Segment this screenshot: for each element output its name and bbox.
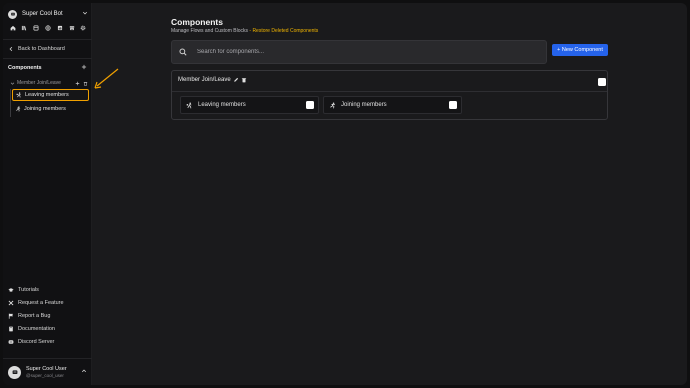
chevron-down-icon — [82, 10, 88, 18]
settings-icon[interactable] — [80, 25, 87, 32]
sidebar-link-label: Request a Feature — [18, 300, 64, 306]
component-card-label: Leaving members — [198, 102, 246, 108]
search-bar[interactable] — [171, 40, 547, 64]
component-card-leaving-members[interactable]: Leaving members — [180, 96, 319, 114]
sidebar-item-label: Leaving members — [25, 92, 69, 98]
page-subtitle: Manage Flows and Custom Blocks - Restore… — [171, 28, 318, 34]
component-card-label: Joining members — [341, 102, 387, 108]
new-component-button[interactable]: + New Component — [552, 44, 608, 56]
group-header: Member Join/Leave — [178, 77, 247, 83]
sidebar-divider — [3, 39, 92, 40]
person-walking-icon — [186, 101, 192, 108]
chevron-left-icon — [9, 46, 13, 52]
chevron-down-icon — [10, 82, 15, 85]
sidebar: Super Cool Bot Back to Dashboard Compone… — [3, 3, 119, 385]
person-running-icon — [16, 106, 21, 112]
bot-switcher[interactable]: Super Cool Bot — [8, 8, 88, 20]
sidebar-link-label: Report a Bug — [18, 313, 51, 319]
discord-icon — [8, 340, 14, 344]
trash-icon[interactable] — [241, 77, 247, 83]
pencil-icon[interactable] — [233, 77, 239, 83]
group-divider — [172, 91, 607, 92]
graduation-cap-icon — [8, 288, 14, 292]
sidebar-divider — [3, 58, 92, 59]
group-label: Member Join/Leave — [17, 80, 61, 86]
globe-icon[interactable] — [44, 25, 51, 32]
search-icon — [179, 48, 187, 56]
bot-avatar — [8, 9, 17, 19]
book-icon — [9, 326, 13, 332]
sidebar-item-label: Joining members — [24, 106, 66, 112]
page-title: Components — [171, 17, 223, 27]
component-card-joining-members[interactable]: Joining members — [323, 96, 462, 114]
group-select-checkbox[interactable] — [598, 78, 606, 86]
component-group-card: Member Join/Leave Leaving members Joinin… — [171, 70, 608, 120]
sidebar-icon-bar — [9, 23, 87, 33]
components-title: Components — [8, 65, 42, 71]
search-input[interactable] — [197, 49, 497, 55]
sidebar-link-discord-server[interactable]: Discord Server — [8, 337, 88, 347]
group-name: Member Join/Leave — [178, 77, 231, 83]
components-section-header: Components — [3, 62, 92, 74]
component-select-checkbox[interactable] — [306, 101, 314, 109]
user-name: Super Cool User — [26, 366, 67, 372]
library-icon[interactable] — [21, 25, 28, 32]
flag-icon — [8, 313, 14, 319]
subtitle-text: Manage Flows and Custom Blocks — [171, 28, 248, 34]
restore-deleted-link[interactable]: Restore Deleted Components — [252, 28, 318, 34]
sidebar-link-label: Tutorials — [18, 287, 39, 293]
add-icon[interactable] — [75, 81, 80, 86]
back-to-dashboard-link[interactable]: Back to Dashboard — [8, 44, 88, 54]
component-select-checkbox[interactable] — [449, 101, 457, 109]
user-info: Super Cool User @super_cool_user — [26, 366, 81, 378]
person-running-icon — [330, 101, 336, 108]
sidebar-link-report-bug[interactable]: Report a Bug — [8, 311, 88, 321]
store-icon[interactable] — [68, 25, 75, 32]
sidebar-item-leaving-members[interactable]: Leaving members — [12, 89, 89, 101]
tree-line — [10, 89, 11, 117]
back-to-dashboard-label: Back to Dashboard — [18, 46, 65, 52]
sidebar-link-documentation[interactable]: Documentation — [8, 324, 88, 334]
sidebar-item-joining-members[interactable]: Joining members — [12, 103, 89, 115]
sidebar-link-label: Discord Server — [18, 339, 55, 345]
trash-icon[interactable] — [83, 81, 88, 86]
tools-icon — [8, 300, 14, 306]
bot-name: Super Cool Bot — [22, 11, 63, 17]
avatar — [8, 365, 21, 379]
box-icon[interactable] — [33, 25, 40, 32]
user-menu[interactable]: Super Cool User @super_cool_user — [3, 358, 92, 385]
sidebar-link-label: Documentation — [18, 326, 55, 332]
sidebar-link-tutorials[interactable]: Tutorials — [8, 285, 88, 295]
sidebar-group-member-join-leave[interactable]: Member Join/Leave — [10, 79, 88, 87]
home-icon[interactable] — [9, 25, 16, 32]
chevron-up-icon — [81, 368, 87, 376]
chart-icon[interactable] — [56, 25, 63, 32]
sidebar-link-request-feature[interactable]: Request a Feature — [8, 298, 88, 308]
person-walking-icon — [16, 92, 21, 98]
annotation-arrow — [94, 68, 119, 89]
app-window: Super Cool Bot Back to Dashboard Compone… — [3, 3, 687, 385]
user-handle: @super_cool_user — [26, 373, 64, 378]
add-component-icon[interactable] — [81, 64, 87, 72]
